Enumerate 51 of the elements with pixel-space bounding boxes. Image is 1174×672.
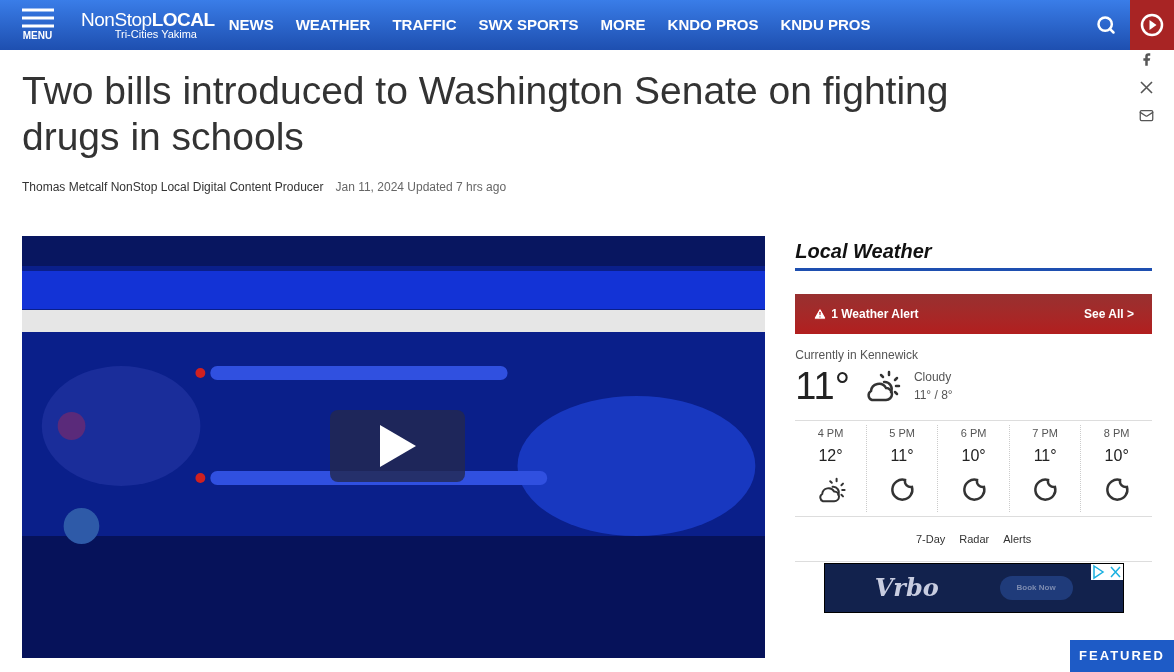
- hour-label: 6 PM: [960, 426, 987, 441]
- moon-icon: [889, 476, 916, 503]
- high-low: 11° / 8°: [913, 387, 953, 404]
- moon-icon: [960, 476, 987, 503]
- publish-date: Jan 11, 2024 Updated 7 hrs ago: [335, 179, 507, 196]
- hour-temperature: 10°: [961, 445, 986, 466]
- play-icon: [1140, 13, 1164, 37]
- nav-link[interactable]: WEATHER: [295, 13, 371, 37]
- current-temperature: 11°: [795, 364, 850, 408]
- hour-temperature: 11°: [890, 445, 914, 466]
- menu-icon: [21, 7, 54, 28]
- nav-link[interactable]: KNDU PROS: [780, 13, 871, 37]
- hour-label: 8 PM: [1103, 426, 1130, 441]
- menu-button[interactable]: MENU: [0, 7, 75, 43]
- hour-temperature: 11°: [1033, 445, 1057, 466]
- see-all-link[interactable]: See All >: [1084, 305, 1134, 323]
- nav-link[interactable]: TRAFFIC: [392, 13, 457, 37]
- hour-label: 7 PM: [1032, 426, 1058, 441]
- hour-label: 4 PM: [817, 426, 844, 441]
- book-now-button[interactable]: Book Now: [999, 576, 1073, 600]
- alert-text: 1 Weather Alert: [831, 306, 919, 323]
- nav-link[interactable]: KNDO PROS: [667, 13, 759, 37]
- forecast-link[interactable]: Radar: [959, 530, 990, 547]
- live-video-button[interactable]: [1130, 0, 1174, 50]
- search-icon: [1096, 15, 1116, 35]
- ad-choices-icon[interactable]: [1090, 564, 1123, 580]
- warning-icon: [813, 307, 828, 321]
- hour-temperature: 12°: [818, 445, 843, 466]
- ad-banner[interactable]: Vrbo Book Now: [823, 563, 1124, 613]
- nav-link[interactable]: MORE: [600, 13, 646, 37]
- forecast-link[interactable]: Alerts: [1003, 530, 1032, 547]
- play-button[interactable]: [330, 410, 465, 482]
- author-byline: Thomas Metcalf NonStop Local Digital Content Producer: [22, 179, 324, 196]
- mail-icon[interactable]: [1139, 108, 1154, 123]
- nav-link[interactable]: NEWS: [228, 13, 274, 37]
- play-icon: [377, 423, 418, 469]
- alert-bar[interactable]: 1 Weather Alert See All >: [795, 294, 1152, 334]
- hour-temperature: 10°: [1104, 445, 1129, 466]
- article-title: Two bills introduced to Washington Senate on fighting drugs in schools: [22, 68, 950, 160]
- forecast-link[interactable]: 7-Day: [915, 530, 946, 547]
- moon-icon: [1032, 476, 1059, 503]
- nav-link[interactable]: SWX SPORTS: [478, 13, 579, 37]
- featured-tab[interactable]: FEATURED: [1070, 640, 1174, 672]
- hour-label: 5 PM: [889, 426, 915, 441]
- condition-text: Cloudy: [913, 369, 953, 386]
- site-logo[interactable]: NonStopLOCAL Tri-Cities Yakima: [81, 10, 215, 40]
- location-label: Currently in Kennewick: [795, 347, 919, 364]
- section-heading: Local Weather: [795, 236, 1152, 271]
- ad-logo: Vrbo: [874, 572, 939, 604]
- x-icon[interactable]: [1140, 81, 1153, 94]
- moon-icon: [1103, 476, 1130, 503]
